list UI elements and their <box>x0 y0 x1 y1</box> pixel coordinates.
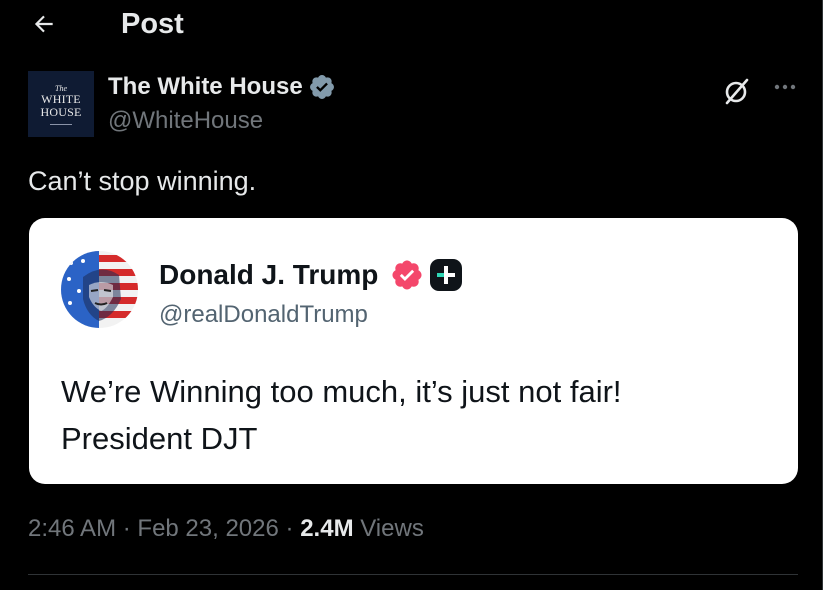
post-text: Can’t stop winning. <box>28 166 257 196</box>
embedded-post-card[interactable]: Donald J. Trump @realDonaldTrump We’re W… <box>29 218 798 484</box>
views-count: 2.4M <box>300 515 354 542</box>
more-icon[interactable] <box>770 72 800 102</box>
quote-author-name: Donald J. Trump <box>159 258 463 292</box>
grok-icon[interactable] <box>720 75 752 107</box>
arrow-left-icon <box>34 15 53 33</box>
quote-text-line: President DJT <box>61 421 258 456</box>
post-time[interactable]: 2:46 AM <box>28 515 116 542</box>
avatar-logo-line: HOUSE <box>40 104 82 119</box>
author-name-link[interactable]: The White House <box>108 72 336 102</box>
avatar[interactable]: The WHITE HOUSE <box>28 71 94 137</box>
quote-author-handle: @realDonaldTrump <box>159 301 368 328</box>
verified-badge-icon <box>309 75 334 99</box>
quote-author-name-text: Donald J. Trump <box>159 259 379 290</box>
post-date[interactable]: Feb 23, 2026 <box>137 515 278 542</box>
post-meta: 2:46 AM · Feb 23, 2026 · 2.4M Views <box>28 514 424 544</box>
flag-portrait-image <box>61 251 138 328</box>
ellipsis-icon <box>774 84 796 90</box>
meta-separator: · <box>122 515 131 542</box>
truth-plus-icon <box>430 259 463 291</box>
page-title: Post <box>121 8 184 40</box>
divider <box>28 574 798 575</box>
quote-text-line: We’re Winning too much, it’s just not fa… <box>61 374 622 409</box>
quote-avatar <box>61 251 138 328</box>
author-name: The White House <box>108 73 303 100</box>
verified-badge-icon <box>392 260 422 290</box>
views-label: Views <box>360 515 424 542</box>
avatar-logo-line: WHITE <box>41 91 81 106</box>
quote-text: We’re Winning too much, it’s just not fa… <box>61 368 781 462</box>
post-page: Post The WHITE HOUSE The White House @Wh… <box>0 0 823 590</box>
post-header: Post <box>0 0 823 50</box>
author-handle[interactable]: @WhiteHouse <box>108 106 263 136</box>
meta-separator: · <box>285 515 294 542</box>
back-button[interactable] <box>16 1 72 47</box>
avatar-logo-rule <box>50 123 72 125</box>
